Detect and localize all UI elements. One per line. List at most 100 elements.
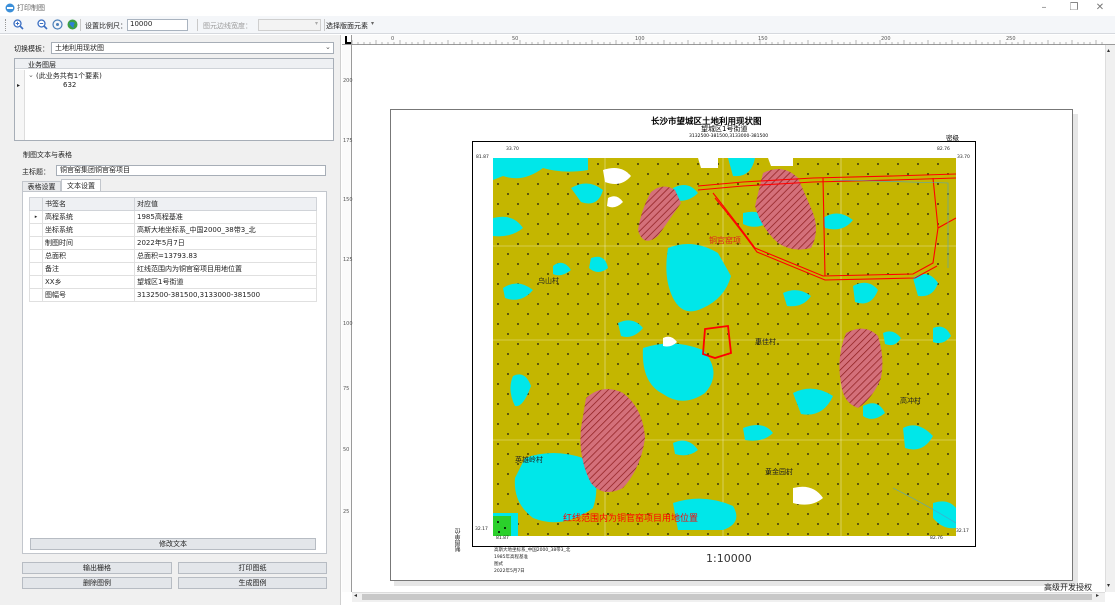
grid-header[interactable]: 书签名 xyxy=(42,197,135,211)
village-label[interactable]: 高冲村 xyxy=(900,396,921,406)
expand-icon[interactable]: ⌄ xyxy=(28,71,34,79)
bookmark-grid: 书签名 对应值 ▸ 高程系统 1985高程基准 坐标系统 高斯大地坐标系_中国2000… xyxy=(29,197,317,302)
ruler-tick-label: 75 xyxy=(343,386,350,392)
ruler-tick-label: 100 xyxy=(635,36,645,42)
dropdown-arrow-icon: ▾ xyxy=(315,20,319,27)
toolbar-grip xyxy=(5,19,7,31)
table-row[interactable]: 备注 红线范围内为铜官窑项目用地位置 xyxy=(29,262,317,276)
app-icon xyxy=(5,3,15,13)
grid-cell[interactable]: 3132500-381500,3133000-381500 xyxy=(134,288,317,302)
main-title-input[interactable]: 铜官窑集团铜官窑项目 xyxy=(56,165,326,176)
grid-cell[interactable]: 坐标系统 xyxy=(42,223,135,237)
grid-cell[interactable]: 总面积 xyxy=(42,249,135,263)
row-header xyxy=(29,288,43,302)
grid-header[interactable]: 对应值 xyxy=(134,197,317,211)
map-subtitle[interactable]: 望城区1号街道 xyxy=(701,124,747,134)
grid-cell[interactable]: 高程系统 xyxy=(42,210,135,224)
village-label[interactable]: 黄金园村 xyxy=(765,467,793,477)
redline-note[interactable]: 红线范围内为铜官窑项目用地位置 xyxy=(563,511,698,524)
template-label: 切换模板： xyxy=(14,45,49,53)
tab-label: 文本设置 xyxy=(67,182,95,190)
scroll-left-icon[interactable]: ◂ xyxy=(354,592,357,599)
license-watermark: 高级开发授权 xyxy=(1044,583,1092,592)
ruler-tick-label: 200 xyxy=(343,78,353,84)
row-pointer-icon: ▸ xyxy=(29,210,43,224)
grid-corner xyxy=(29,197,43,211)
scrollbar-thumb[interactable] xyxy=(362,594,1092,600)
globe-icon[interactable] xyxy=(67,19,78,30)
restore-icon[interactable]: ❐ xyxy=(1063,0,1085,16)
select-elements-button[interactable]: 选择版面元素 xyxy=(326,21,368,31)
village-label[interactable]: 惠佳村 xyxy=(755,337,776,347)
scroll-up-icon[interactable]: ▴ xyxy=(1107,47,1110,54)
table-row[interactable]: 坐标系统 高斯大地坐标系_中国2000_38带3_北 xyxy=(29,223,317,237)
toolbar-separator xyxy=(324,19,325,31)
village-label[interactable]: 乌山村 xyxy=(538,276,559,286)
tree-group[interactable]: (此业务共有1个要素) xyxy=(36,71,102,81)
zoom-in-icon[interactable] xyxy=(13,19,24,30)
template-value: 土地利用现状图 xyxy=(55,44,104,52)
ruler-tick-label: 125 xyxy=(343,257,353,263)
tab-stop-icon xyxy=(345,36,351,44)
grid-cell[interactable]: 图幅号 xyxy=(42,288,135,302)
export-raster-button[interactable]: 输出栅格 xyxy=(22,562,172,574)
land-use-map xyxy=(493,158,956,536)
table-row[interactable]: 总面积 总面积=13793.83 xyxy=(29,249,317,263)
coord-label: 33.70 xyxy=(957,155,970,160)
map-footer: 高斯大地坐标系_中国2000_38带3_北 1985年高程基准 图式 2022年… xyxy=(494,547,570,575)
coord-label: 81.87 xyxy=(496,536,509,541)
side-label: 制图单位 xyxy=(455,528,462,552)
village-label[interactable]: 英雄岭村 xyxy=(515,455,543,465)
grid-cell[interactable]: 备注 xyxy=(42,262,135,276)
project-label[interactable]: 铜官窑项 xyxy=(709,235,741,246)
title-bar xyxy=(0,0,1115,16)
modify-text-button[interactable]: 修改文本 xyxy=(30,538,316,550)
window-title: 打印制图 xyxy=(17,4,45,12)
scroll-down-icon[interactable]: ▾ xyxy=(1107,582,1110,589)
ruler-tick-label: 0 xyxy=(391,36,395,42)
scroll-right-icon[interactable]: ▸ xyxy=(1096,592,1099,599)
ruler-tick-label: 200 xyxy=(881,36,891,42)
ruler-tick-label: 150 xyxy=(343,197,353,203)
ruler-tick-label: 175 xyxy=(343,138,353,144)
tree-item[interactable]: 632 xyxy=(63,81,76,89)
scale-input[interactable]: 10000 xyxy=(127,19,188,31)
toolbar-separator xyxy=(197,19,198,31)
grid-cell[interactable]: 2022年5月7日 xyxy=(134,236,317,250)
outline-width-select[interactable] xyxy=(258,19,321,31)
grid-cell[interactable]: XX乡 xyxy=(42,275,135,289)
map-body[interactable] xyxy=(493,158,956,536)
print-map-button[interactable]: 打印图纸 xyxy=(178,562,327,574)
ruler-tick-label: 100 xyxy=(343,321,353,327)
ruler-tick-label: 50 xyxy=(343,447,350,453)
zoom-out-icon[interactable] xyxy=(37,19,48,30)
template-select[interactable]: 土地利用现状图 xyxy=(51,42,334,54)
row-header xyxy=(29,223,43,237)
pan-icon[interactable] xyxy=(52,19,63,30)
table-row[interactable]: XX乡 望城区1号街道 xyxy=(29,275,317,289)
top-ruler-ticks xyxy=(352,40,1103,45)
grid-cell[interactable]: 1985高程基准 xyxy=(134,210,317,224)
grid-cell[interactable]: 制图时间 xyxy=(42,236,135,250)
close-icon[interactable]: ✕ xyxy=(1089,0,1111,16)
table-row[interactable]: 制图时间 2022年5月7日 xyxy=(29,236,317,250)
grid-cell[interactable]: 总面积=13793.83 xyxy=(134,249,317,263)
dropdown-arrow-icon[interactable]: ▾ xyxy=(371,20,374,27)
coord-label: 82.76 xyxy=(930,536,943,541)
table-row[interactable]: 图幅号 3132500-381500,3133000-381500 xyxy=(29,288,317,302)
scale-text[interactable]: 1:10000 xyxy=(706,552,752,565)
ruler-tick-label: 250 xyxy=(1006,36,1016,42)
sheet-number[interactable]: 3132500-381500,3133000-381500 xyxy=(689,134,768,139)
grid-cell[interactable]: 高斯大地坐标系_中国2000_38带3_北 xyxy=(134,223,317,237)
grid-cell[interactable]: 红线范围内为铜官窑项目用地位置 xyxy=(134,262,317,276)
main-title-label: 主标题： xyxy=(22,168,50,176)
chevron-down-icon[interactable]: ⌄ xyxy=(325,43,331,51)
vertical-scrollbar[interactable] xyxy=(1105,45,1115,592)
tree-header xyxy=(15,59,333,69)
grid-cell[interactable]: 望城区1号街道 xyxy=(134,275,317,289)
generate-legend-button[interactable]: 生成图例 xyxy=(178,577,327,589)
ruler-tick-label: 150 xyxy=(758,36,768,42)
minimize-icon[interactable]: – xyxy=(1033,0,1055,16)
table-row[interactable]: ▸ 高程系统 1985高程基准 xyxy=(29,210,317,224)
delete-legend-button[interactable]: 删除图例 xyxy=(22,577,172,589)
